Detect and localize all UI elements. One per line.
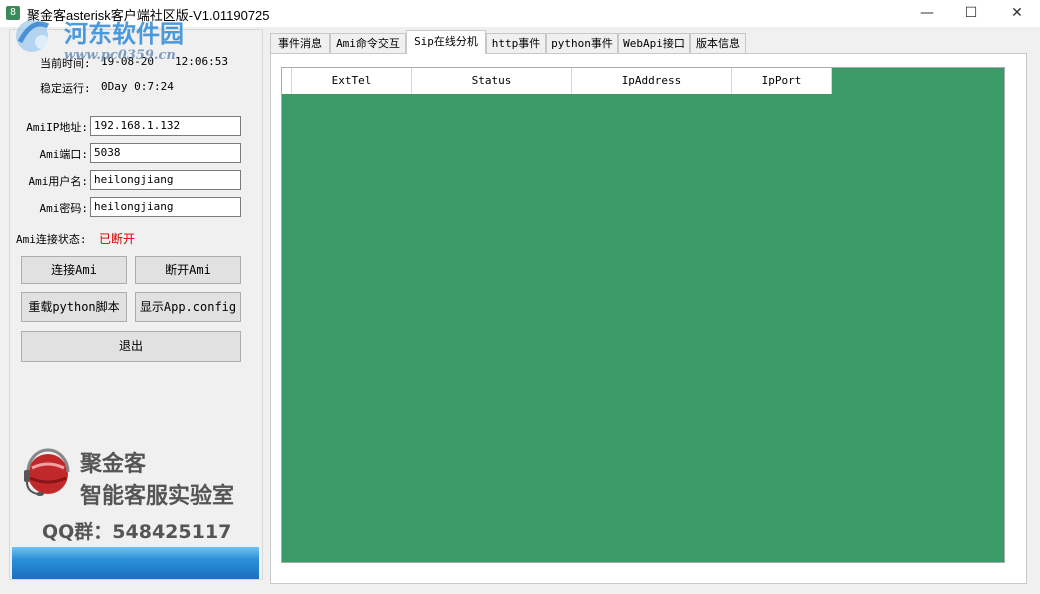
connection-status-value: 已断开 (99, 232, 136, 246)
brand-block: 聚金客 智能客服实验室 QQ群：548425117 (12, 440, 260, 580)
column-header-exttel[interactable]: ExtTel (292, 68, 412, 94)
grid-header-row: ExtTel Status IpAddress IpPort (282, 68, 832, 94)
brand-banner (12, 547, 259, 579)
ami-port-field[interactable]: 5038 (90, 143, 241, 163)
title-bar: 8 聚金客asterisk客户端社区版-V1.01190725 — ☐ ✕ (0, 0, 1040, 27)
exit-button[interactable]: 退出 (21, 331, 241, 362)
uptime-label: 稳定运行: (40, 82, 91, 95)
brand-subtitle: 智能客服实验室 (80, 484, 235, 509)
ami-password-field[interactable]: heilongjiang (90, 197, 241, 217)
column-header-ipaddress[interactable]: IpAddress (572, 68, 732, 94)
globe-headset-icon (24, 448, 70, 496)
ami-ip-label: AmiIP地址: (26, 121, 88, 134)
ami-password-label: Ami密码: (39, 202, 89, 215)
window-title: 聚金客asterisk客户端社区版-V1.01190725 (27, 8, 270, 23)
sip-extensions-grid[interactable]: ExtTel Status IpAddress IpPort (281, 67, 1005, 563)
app-icon: 8 (6, 6, 20, 20)
brand-name: 聚金客 (80, 452, 147, 477)
close-button[interactable]: ✕ (994, 0, 1040, 27)
tab-sip-online[interactable]: Sip在线分机 (406, 30, 486, 54)
tab-python-events[interactable]: python事件 (546, 33, 618, 53)
ami-user-label: Ami用户名: (28, 175, 89, 188)
tab-ami-command[interactable]: Ami命令交互 (330, 33, 406, 53)
grid-row-header-corner (282, 68, 292, 94)
show-config-button[interactable]: 显示App.config (135, 292, 241, 322)
uptime-value: 0Day 0:7:24 (101, 80, 174, 93)
ami-ip-field[interactable]: 192.168.1.132 (90, 116, 241, 136)
reload-python-button[interactable]: 重载python脚本 (21, 292, 127, 322)
column-header-ipport[interactable]: IpPort (732, 68, 832, 94)
ami-user-field[interactable]: heilongjiang (90, 170, 241, 190)
current-date: 19-08-20 (101, 55, 154, 68)
tab-http-events[interactable]: http事件 (486, 33, 546, 53)
tab-event-messages[interactable]: 事件消息 (270, 33, 330, 53)
tab-webapi[interactable]: WebApi接口 (618, 33, 690, 53)
ami-port-label: Ami端口: (39, 148, 89, 161)
connect-ami-button[interactable]: 连接Ami (21, 256, 127, 284)
tab-version-info[interactable]: 版本信息 (690, 33, 746, 53)
disconnect-ami-button[interactable]: 断开Ami (135, 256, 241, 284)
maximize-button[interactable]: ☐ (948, 0, 994, 27)
current-clock: 12:06:53 (175, 55, 228, 68)
current-time-label: 当前时间: (40, 57, 91, 70)
brand-qq-group: QQ群：548425117 (42, 521, 232, 543)
column-header-status[interactable]: Status (412, 68, 572, 94)
minimize-button[interactable]: — (904, 0, 950, 27)
connection-status-label: Ami连接状态: (16, 233, 87, 246)
